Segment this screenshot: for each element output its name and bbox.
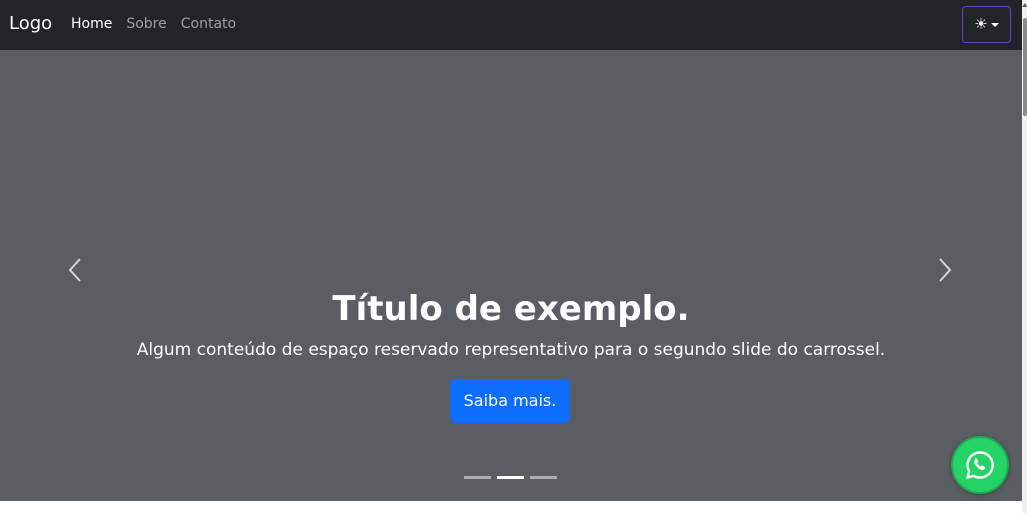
chevron-right-icon [939,258,952,282]
carousel-indicator-1[interactable] [464,476,491,479]
whatsapp-float-button[interactable] [951,436,1009,494]
carousel-caption-text: Algum conteúdo de espaço reservado repre… [136,340,886,360]
carousel-indicators [464,476,557,479]
carousel-prev-button[interactable] [60,255,90,285]
carousel: Título de exemplo. Algum conteúdo de esp… [0,50,1022,501]
carousel-caption-title: Título de exemplo. [332,289,690,329]
chevron-left-icon [68,258,81,282]
navbar: Logo Home Sobre Contato ☀ [0,0,1022,50]
nav-link-home[interactable]: Home [71,15,112,33]
scrollbar-thumb[interactable] [1023,18,1027,116]
learn-more-button[interactable]: Saiba mais. [450,379,570,423]
carousel-next-button[interactable] [930,255,960,285]
sun-icon: ☀ [974,16,988,33]
carousel-indicator-2[interactable] [497,476,524,479]
carousel-indicator-3[interactable] [530,476,557,479]
theme-toggle-button[interactable]: ☀ [962,6,1011,43]
brand-logo[interactable]: Logo [9,12,52,36]
nav-links: Home Sobre Contato [71,15,236,33]
whatsapp-icon [966,451,994,479]
nav-link-contato[interactable]: Contato [181,15,236,33]
nav-link-sobre[interactable]: Sobre [126,15,166,33]
caret-down-icon [990,23,999,27]
scroll-up-arrow-icon[interactable] [1022,3,1027,7]
page-scrollbar[interactable] [1022,0,1027,513]
